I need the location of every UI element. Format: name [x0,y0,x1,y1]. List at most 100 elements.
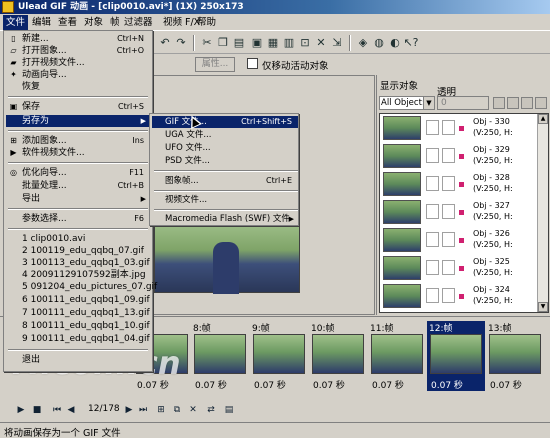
first-frame-icon[interactable]: ⏮ [50,403,64,417]
play-icon[interactable]: ▶ [14,403,28,417]
tween-icon[interactable]: ⇄ [204,403,218,417]
visibility-toggle[interactable] [426,260,439,275]
new-object-icon[interactable] [493,97,505,109]
preview-icon[interactable]: ◈ [355,35,371,51]
menu-item-save-swf[interactable]: Macromedia Flash (SWF) 文件 ▶ [152,213,298,225]
visibility-toggle[interactable] [426,232,439,247]
browser-preview-icon[interactable]: ◍ [371,35,387,51]
recent-file-item[interactable]: 4 20091129107592副本.jpg [6,269,150,281]
attributes-button[interactable]: 属性... [195,57,235,72]
frame-properties-icon[interactable]: ▤ [222,403,236,417]
menu-item-save-as[interactable]: 另存为 ▶ [6,115,150,127]
paste-icon[interactable]: ▤ [231,35,247,51]
chevron-down-icon[interactable]: ▼ [423,97,434,109]
frame-thumbnail[interactable]: 11:帧 0.07 秒 [368,321,426,391]
lock-toggle[interactable] [442,288,455,303]
menu-item-revert[interactable]: 恢复 [6,81,150,93]
visibility-toggle[interactable] [426,148,439,163]
lock-toggle[interactable] [442,148,455,163]
previous-frame-icon[interactable]: ◀ [64,403,78,417]
object-list-scrollbar[interactable]: ▲ ▼ [537,114,548,312]
menu-item-export[interactable]: 导出 ▶ [6,193,150,205]
menu-item-animation-wizard[interactable]: ✦ 动画向导... [6,69,150,81]
menu-item-optimize-wizard[interactable]: ◎ 优化向导... F11 [6,167,150,179]
menu-item-exit[interactable]: 退出 [6,354,150,366]
recent-file-item[interactable]: 7 100111_edu_qqbq1_13.gif [6,307,150,319]
copy-icon[interactable]: ❐ [215,35,231,51]
menu-help[interactable]: 帮助 [194,15,219,30]
menu-file[interactable]: 文件 [3,15,29,30]
menu-view[interactable]: 查看 [55,15,80,30]
lock-toggle[interactable] [442,232,455,247]
menu-edit[interactable]: 编辑 [29,15,54,30]
crop-icon[interactable]: ⊡ [297,35,313,51]
frame-thumbnail[interactable]: 9:帧 0.07 秒 [250,321,308,391]
stop-icon[interactable]: ■ [30,403,44,417]
delete-object-icon[interactable] [535,97,547,109]
recent-file-item[interactable]: 8 100111_edu_qqbq1_10.gif [6,320,150,332]
list-item[interactable]: Obj - 327 (V:250, H: [380,199,538,225]
frame-thumbnail-selected[interactable]: 12:帧 0.07 秒 [427,321,485,391]
visibility-toggle[interactable] [426,176,439,191]
menu-item-save-ufo[interactable]: UFO 文件... [152,142,298,154]
delete-frame-icon[interactable]: ✕ [186,403,200,417]
recent-file-item[interactable]: 6 100111_edu_qqbq1_09.gif [6,294,150,306]
menu-item-add-image[interactable]: ⊞ 添加图象... Ins [6,135,150,147]
object-filter-select[interactable]: All Object: ▼ [379,96,435,110]
help-pointer-icon[interactable]: ↖? [403,35,419,51]
scroll-down-icon[interactable]: ▼ [538,302,548,312]
menu-item-new[interactable]: ▯ 新建... Ctrl+N [6,33,150,45]
redo-icon[interactable]: ↷ [173,35,189,51]
list-item[interactable]: Obj - 324 (V:250, H: [380,283,538,309]
frame-thumbnail[interactable]: 8:帧 0.07 秒 [191,321,249,391]
optimize-tool-icon[interactable]: ◐ [387,35,403,51]
add-frame-icon[interactable]: ⊞ [154,403,168,417]
resize-icon[interactable]: ⇲ [329,35,345,51]
delete-icon[interactable]: ✕ [313,35,329,51]
undo-icon[interactable]: ↶ [157,35,173,51]
duplicate-object-icon[interactable] [507,97,519,109]
layer-icon[interactable]: ▦ [265,35,281,51]
menu-item-save-video[interactable]: 视频文件... [152,194,298,206]
menu-item-save[interactable]: ▣ 保存 Ctrl+S [6,101,150,113]
menu-object[interactable]: 对象 [81,15,106,30]
visibility-toggle[interactable] [426,120,439,135]
list-item[interactable]: Obj - 326 (V:250, H: [380,227,538,253]
frame-thumbnail[interactable]: 10:帧 0.07 秒 [309,321,367,391]
menu-item-save-psd[interactable]: PSD 文件... [152,155,298,167]
lock-toggle[interactable] [442,260,455,275]
last-frame-icon[interactable]: ⏭ [136,403,150,417]
merge-object-icon[interactable] [521,97,533,109]
list-item[interactable]: Obj - 330 (V:250, H: [380,115,538,141]
list-item[interactable]: Obj - 329 (V:250, H: [380,143,538,169]
lock-toggle[interactable] [442,176,455,191]
next-frame-icon[interactable]: ▶ [122,403,136,417]
frame-thumbnail[interactable]: 13:帧 0.07 秒 [486,321,544,391]
recent-file-item[interactable]: 9 100111_edu_qqbq1_04.gif [6,333,150,345]
list-item[interactable]: Obj - 325 (V:250, H: [380,255,538,281]
recent-file-item[interactable]: 3 100113_edu_qqbq1_03.gif [6,257,150,269]
frame-image-preview[interactable] [154,221,300,294]
menu-item-open-image[interactable]: ▱ 打开图象... Ctrl+O [6,45,150,57]
scroll-up-icon[interactable]: ▲ [538,114,548,124]
visibility-toggle[interactable] [426,288,439,303]
menu-item-preferences[interactable]: 参数选择... F6 [6,213,150,225]
list-item[interactable]: Obj - 328 (V:250, H: [380,171,538,197]
recent-file-item[interactable]: 1 clip0010.avi [6,233,150,245]
image-icon[interactable]: ▥ [281,35,297,51]
cut-icon[interactable]: ✂ [199,35,215,51]
frame-properties-icon[interactable]: ▣ [249,35,265,51]
transparency-input[interactable]: 0 [437,96,489,110]
visibility-toggle[interactable] [426,204,439,219]
duplicate-frame-icon[interactable]: ⧉ [170,403,184,417]
menu-item-save-uga[interactable]: UGA 文件... [152,129,298,141]
menu-item-open-video[interactable]: ▰ 打开视频文件... [6,57,150,69]
recent-file-item[interactable]: 5 091204_edu_pictures_07.gif [6,281,157,293]
lock-toggle[interactable] [442,204,455,219]
recent-file-item[interactable]: 2 100119_edu_qqbq_07.gif [6,245,150,257]
menu-filter[interactable]: 过滤器 [121,15,156,30]
lock-toggle[interactable] [442,120,455,135]
object-list[interactable]: Obj - 330 (V:250, H: Obj - 329 (V:250, H: … [379,113,549,313]
menu-item-save-frames[interactable]: 图象帧... Ctrl+E [152,175,298,187]
move-active-only-checkbox[interactable] [247,58,258,69]
